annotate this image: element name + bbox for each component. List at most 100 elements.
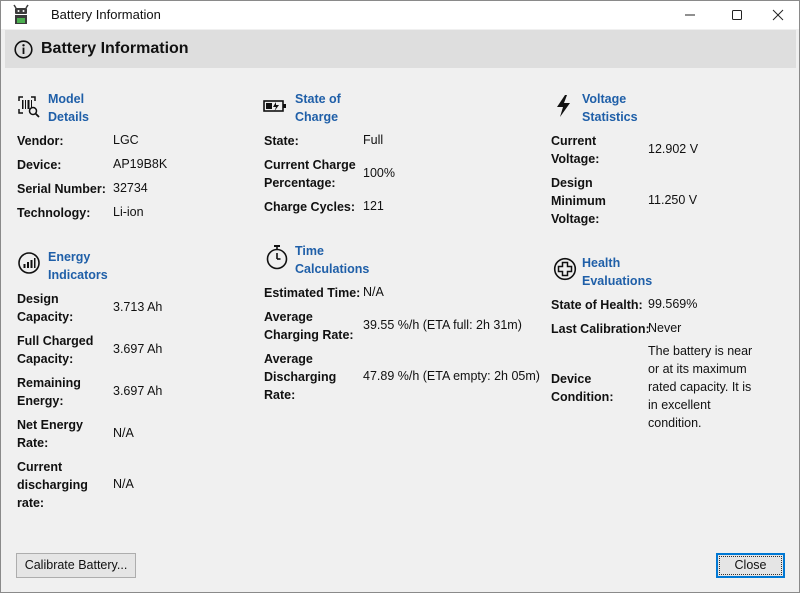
- device-condition-line4: in excellent: [648, 398, 711, 412]
- average-charging-rate-label-line1: Average: [264, 310, 313, 324]
- health-evaluations-title-line1: Health: [582, 256, 621, 270]
- current-discharging-rate-label-line2: discharging: [17, 478, 88, 492]
- serial-number-value: 32734: [113, 181, 148, 195]
- device-condition-line5: condition.: [648, 416, 702, 430]
- average-discharging-rate-label: Average Discharging Rate:: [264, 350, 336, 404]
- model-details-title-line1: Model: [48, 92, 85, 106]
- current-voltage-label-line1: Current: [551, 134, 597, 148]
- full-charged-capacity-value: 3.697 Ah: [113, 342, 163, 356]
- battery-information-window: Battery Information Battery Information …: [0, 0, 800, 593]
- window-close-button[interactable]: [758, 1, 798, 29]
- model-details-title: Model Details: [48, 90, 89, 126]
- current-discharging-rate-label-line1: Current: [17, 460, 63, 474]
- info-icon: [14, 40, 33, 59]
- health-evaluations-title: Health Evaluations: [582, 254, 652, 290]
- close-icon: [772, 9, 784, 21]
- net-energy-rate-label-line1: Net Energy: [17, 418, 83, 432]
- net-energy-rate-value: N/A: [113, 426, 134, 440]
- design-minimum-voltage-label-line3: Voltage:: [551, 212, 600, 226]
- current-voltage-label: Current Voltage:: [551, 132, 599, 168]
- full-charged-capacity-label-line1: Full Charged: [17, 334, 94, 348]
- energy-indicators-title-line1: Energy: [48, 250, 91, 264]
- voltage-statistics-title-line1: Voltage: [582, 92, 627, 106]
- header-title: Battery Information: [41, 40, 189, 57]
- device-condition-line3: rated capacity. It is: [648, 380, 752, 394]
- state-of-charge-title: State of Charge: [295, 90, 341, 126]
- design-capacity-label-line2: Capacity:: [17, 310, 74, 324]
- last-calibration-value: Never: [648, 321, 682, 335]
- device-label: Device:: [17, 158, 62, 172]
- model-details-title-line2: Details: [48, 110, 89, 124]
- header-banner: Battery Information: [5, 30, 796, 68]
- net-energy-rate-label-line2: Rate:: [17, 436, 49, 450]
- average-discharging-rate-label-line2: Discharging: [264, 370, 337, 384]
- voltage-statistics-title: Voltage Statistics: [582, 90, 638, 126]
- device-value: AP19B8K: [113, 157, 168, 171]
- minimize-icon: [685, 14, 695, 16]
- current-charge-percentage-label-line1: Current Charge: [264, 158, 356, 172]
- gauge-icon: [18, 252, 40, 274]
- state-label: State:: [264, 134, 299, 148]
- vendor-label: Vendor:: [17, 134, 64, 148]
- state-of-health-value: 99.569%: [648, 297, 698, 311]
- energy-indicators-title-line2: Indicators: [48, 268, 108, 282]
- technology-value: Li-ion: [113, 205, 144, 219]
- close-button[interactable]: Close: [716, 553, 785, 578]
- device-condition-line1: The battery is near: [648, 344, 753, 358]
- current-charge-percentage-label: Current Charge Percentage:: [264, 156, 356, 192]
- remaining-energy-label-line2: Energy:: [17, 394, 64, 408]
- remaining-energy-value: 3.697 Ah: [113, 384, 163, 398]
- current-voltage-value: 12.902 V: [648, 142, 699, 156]
- design-minimum-voltage-value: 11.250 V: [648, 193, 698, 207]
- serial-number-label: Serial Number:: [17, 182, 106, 196]
- last-calibration-label: Last Calibration:: [551, 322, 650, 336]
- current-discharging-rate-label-line3: rate:: [17, 496, 45, 510]
- medical-cross-icon: [553, 257, 577, 281]
- full-charged-capacity-label-line2: Capacity:: [17, 352, 74, 366]
- design-capacity-label-line1: Design: [17, 292, 59, 306]
- time-calculations-title: Time Calculations: [295, 242, 369, 278]
- design-capacity-value: 3.713 Ah: [113, 300, 163, 314]
- android-robot-icon: [13, 4, 29, 24]
- close-button-label: Close: [719, 556, 782, 575]
- design-minimum-voltage-label-line1: Design: [551, 176, 593, 190]
- stopwatch-icon: [266, 245, 288, 270]
- remaining-energy-label-line1: Remaining: [17, 376, 81, 390]
- charge-cycles-label: Charge Cycles:: [264, 200, 356, 214]
- technology-label: Technology:: [17, 206, 91, 220]
- barcode-scan-icon: [18, 96, 40, 118]
- average-discharging-rate-value: 47.89 %/h (ETA empty: 2h 05m): [363, 369, 540, 383]
- energy-indicators-title: Energy Indicators: [48, 248, 108, 284]
- maximize-icon: [732, 10, 742, 20]
- average-discharging-rate-label-line1: Average: [264, 352, 313, 366]
- average-charging-rate-label-line2: Charging Rate:: [264, 328, 354, 342]
- estimated-time-label: Estimated Time:: [264, 286, 361, 300]
- state-of-charge-title-line1: State of: [295, 92, 341, 106]
- design-capacity-label: Design Capacity:: [17, 290, 73, 326]
- lightning-icon: [557, 95, 570, 117]
- design-minimum-voltage-label-line2: Minimum: [551, 194, 606, 208]
- device-condition-line2: or at its maximum: [648, 362, 747, 376]
- device-condition-label: Device Condition:: [551, 370, 613, 406]
- state-of-charge-title-line2: Charge: [295, 110, 339, 124]
- maximize-button[interactable]: [717, 1, 757, 29]
- vendor-value: LGC: [113, 133, 139, 147]
- time-calculations-title-line1: Time: [295, 244, 324, 258]
- device-condition-label-line1: Device: [551, 372, 592, 386]
- state-of-health-label: State of Health:: [551, 298, 643, 312]
- health-evaluations-title-line2: Evaluations: [582, 274, 653, 288]
- remaining-energy-label: Remaining Energy:: [17, 374, 81, 410]
- time-calculations-title-line2: Calculations: [295, 262, 370, 276]
- voltage-statistics-title-line2: Statistics: [582, 110, 638, 124]
- current-charge-percentage-label-line2: Percentage:: [264, 176, 336, 190]
- current-discharging-rate-value: N/A: [113, 477, 134, 491]
- current-voltage-label-line2: Voltage:: [551, 152, 600, 166]
- calibrate-battery-button[interactable]: Calibrate Battery...: [16, 553, 136, 578]
- battery-charging-icon: [263, 100, 286, 112]
- title-bar[interactable]: Battery Information: [1, 1, 799, 29]
- device-condition-label-line2: Condition:: [551, 390, 614, 404]
- minimize-button[interactable]: [670, 1, 710, 29]
- net-energy-rate-label: Net Energy Rate:: [17, 416, 83, 452]
- current-discharging-rate-label: Current discharging rate:: [17, 458, 88, 512]
- state-value: Full: [363, 133, 384, 147]
